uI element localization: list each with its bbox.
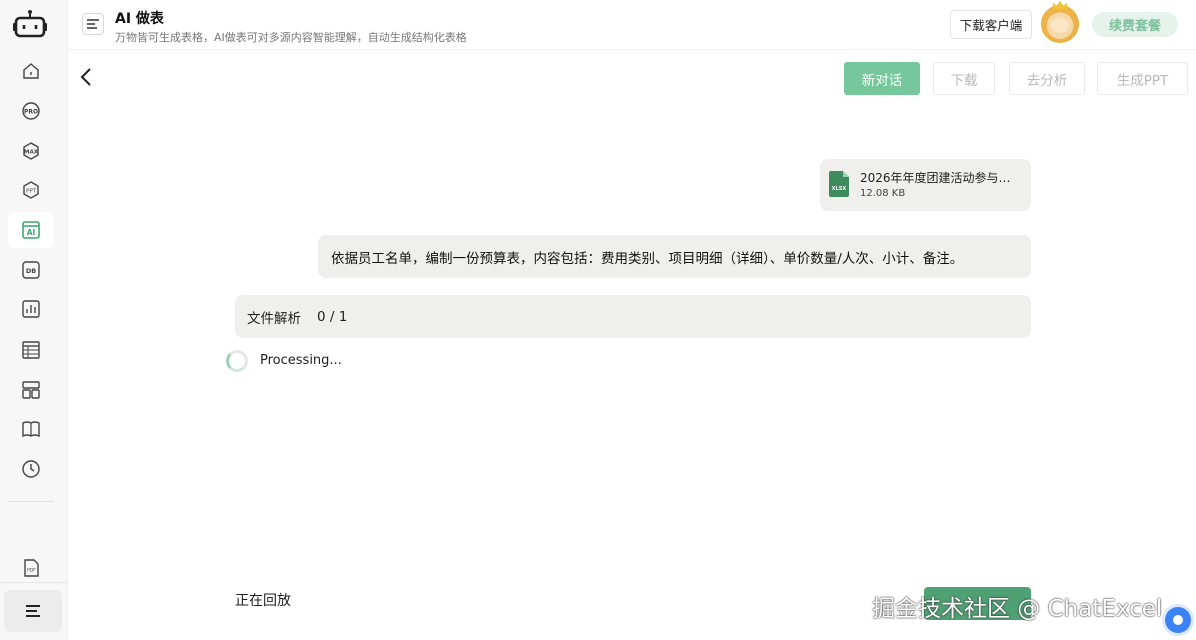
table-icon bbox=[22, 341, 40, 359]
svg-text:PPT: PPT bbox=[26, 189, 37, 195]
pro-icon: PRO bbox=[22, 102, 40, 120]
menu-icon bbox=[26, 605, 40, 617]
chart-icon bbox=[22, 300, 40, 318]
generate-ppt-button[interactable]: 生成PPT bbox=[1097, 62, 1188, 95]
svg-text:AI: AI bbox=[27, 228, 36, 237]
attached-file-card[interactable]: XLSX 2026年年度团建活动参与… 12.08 KB bbox=[820, 159, 1031, 211]
sidebar-item-max[interactable]: MAX bbox=[18, 138, 44, 164]
db-icon: DB bbox=[22, 261, 40, 279]
ai-table-icon: AI bbox=[22, 221, 40, 239]
svg-text:MAX: MAX bbox=[24, 150, 39, 156]
svg-text:DB: DB bbox=[26, 267, 36, 275]
sidebar-item-db[interactable]: DB bbox=[18, 257, 44, 283]
sidebar: PRO MAX PPT AI DB PDF bbox=[0, 0, 68, 640]
avatar[interactable] bbox=[1041, 1, 1079, 43]
analyze-button[interactable]: 去分析 bbox=[1009, 62, 1085, 95]
xlsx-file-icon: XLSX bbox=[829, 171, 849, 197]
sidebar-bottom-divider bbox=[0, 582, 67, 583]
back-button[interactable] bbox=[78, 66, 98, 90]
list-icon bbox=[87, 19, 99, 29]
book-icon bbox=[22, 421, 40, 438]
sidebar-item-ppt[interactable]: PPT bbox=[18, 177, 44, 203]
avatar-face bbox=[1051, 18, 1069, 33]
home-icon bbox=[23, 63, 39, 79]
page-subtitle: 万物皆可生成表格，AI做表可对多源内容智能理解，自动生成结构化表格 bbox=[115, 31, 467, 44]
sidebar-item-home[interactable] bbox=[18, 58, 44, 84]
layout-icon bbox=[22, 381, 40, 399]
download-client-button[interactable]: 下载客户端 bbox=[950, 10, 1032, 39]
top-header: AI 做表 万物皆可生成表格，AI做表可对多源内容智能理解，自动生成结构化表格 … bbox=[68, 0, 1196, 50]
sidebar-item-ai-table[interactable]: AI bbox=[8, 212, 54, 248]
robot-logo-icon[interactable] bbox=[13, 9, 47, 39]
sidebar-menu-button[interactable] bbox=[4, 590, 62, 632]
sidebar-item-chart[interactable] bbox=[18, 296, 44, 322]
sidebar-divider bbox=[8, 501, 54, 502]
ppt-icon: PPT bbox=[23, 181, 39, 199]
sidebar-item-pro[interactable]: PRO bbox=[18, 98, 44, 124]
replay-status: 正在回放 bbox=[235, 593, 291, 609]
new-chat-button[interactable]: 新对话 bbox=[844, 62, 920, 95]
sidebar-item-table[interactable] bbox=[18, 337, 44, 363]
max-icon: MAX bbox=[23, 142, 39, 160]
file-parse-status: 文件解析 0 / 1 bbox=[235, 295, 1031, 338]
file-name: 2026年年度团建活动参与… bbox=[860, 171, 1011, 185]
sidebar-toggle-button[interactable] bbox=[82, 13, 104, 35]
chevron-left-icon bbox=[80, 68, 91, 86]
sidebar-item-layout[interactable] bbox=[18, 377, 44, 403]
help-chat-button[interactable] bbox=[1165, 607, 1191, 633]
renew-plan-button[interactable]: 续费套餐 bbox=[1092, 12, 1178, 37]
processing-text: Processing... bbox=[260, 353, 342, 368]
sidebar-item-book[interactable] bbox=[18, 416, 44, 442]
chat-bubble-icon bbox=[1173, 615, 1183, 625]
crown-icon bbox=[1053, 1, 1067, 9]
history-icon bbox=[22, 460, 40, 478]
svg-text:PDF: PDF bbox=[27, 568, 36, 574]
user-message: 依据员工名单，编制一份预算表，内容包括：费用类别、项目明细（详细）、单价数量/人… bbox=[318, 235, 1031, 278]
sidebar-item-history[interactable] bbox=[18, 456, 44, 482]
parse-label: 文件解析 bbox=[247, 310, 301, 327]
file-size: 12.08 KB bbox=[860, 188, 906, 199]
loading-spinner-icon bbox=[226, 350, 248, 372]
svg-text:PRO: PRO bbox=[24, 109, 38, 116]
sidebar-item-pdf[interactable]: PDF bbox=[18, 555, 44, 581]
stop-replay-button[interactable] bbox=[924, 587, 1031, 620]
parse-count: 0 / 1 bbox=[317, 308, 348, 325]
pdf-icon: PDF bbox=[24, 559, 39, 577]
page-title: AI 做表 bbox=[115, 11, 164, 27]
download-button[interactable]: 下载 bbox=[933, 62, 995, 95]
svg-text:XLSX: XLSX bbox=[832, 186, 847, 192]
